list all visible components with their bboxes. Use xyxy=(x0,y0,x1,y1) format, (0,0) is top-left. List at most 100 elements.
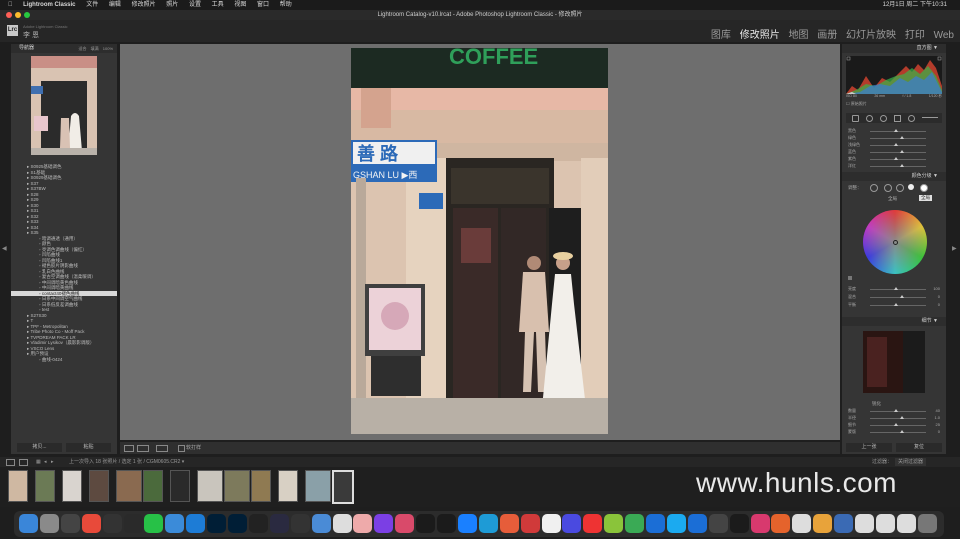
dock-app-icon[interactable] xyxy=(353,514,373,533)
dock-app-icon[interactable] xyxy=(896,514,916,533)
dock-app-icon[interactable] xyxy=(60,514,80,533)
main-window-icon[interactable] xyxy=(6,459,15,466)
dock-app-icon[interactable] xyxy=(855,514,874,533)
dock-app-icon[interactable] xyxy=(19,514,38,533)
filmstrip-thumbnail[interactable] xyxy=(332,470,354,504)
dock-app-icon[interactable] xyxy=(750,514,770,533)
dock-app-icon[interactable] xyxy=(604,514,624,533)
module-slideshow[interactable]: 幻灯片放映 xyxy=(846,30,896,41)
filmstrip-thumbnail[interactable] xyxy=(278,470,298,502)
dock-app-icon[interactable] xyxy=(416,514,436,533)
slider-value[interactable]: 0 xyxy=(938,429,940,434)
slider-track[interactable] xyxy=(870,152,926,153)
navigator-header[interactable]: 导航器 适合 填满 100% xyxy=(11,44,117,53)
module-print[interactable]: 打印 xyxy=(905,30,925,41)
apple-icon[interactable]:  xyxy=(8,2,13,8)
dock-app-icon[interactable] xyxy=(269,514,289,533)
slider-knob[interactable] xyxy=(894,157,898,160)
module-library[interactable]: 图库 xyxy=(711,30,731,41)
view-shadows-icon[interactable] xyxy=(884,184,892,192)
dock-app-icon[interactable] xyxy=(646,514,665,533)
dock-app-icon[interactable] xyxy=(290,514,310,533)
slider-track[interactable] xyxy=(870,411,926,412)
filmstrip-thumbnail[interactable] xyxy=(8,470,28,502)
slider-track[interactable] xyxy=(870,297,926,298)
dock-app-icon[interactable] xyxy=(541,514,561,533)
minimize-window-icon[interactable] xyxy=(15,12,21,18)
dock-app-icon[interactable] xyxy=(165,514,185,533)
menu-develop[interactable]: 修改照片 xyxy=(132,2,156,8)
module-web[interactable]: Web xyxy=(934,30,954,41)
dock-app-icon[interactable] xyxy=(374,514,394,533)
crop-tool-icon[interactable] xyxy=(852,115,859,122)
filmstrip-thumbnail[interactable] xyxy=(251,470,271,502)
slider-value[interactable]: 0 xyxy=(938,302,940,307)
dock-app-icon[interactable] xyxy=(457,514,477,533)
soft-proof-checkbox[interactable] xyxy=(178,445,185,452)
loupe-view-icon[interactable] xyxy=(124,445,134,452)
view-global-icon[interactable] xyxy=(920,184,928,192)
forward-icon[interactable]: ▸ xyxy=(51,457,54,467)
dock-app-icon[interactable] xyxy=(144,514,164,533)
slider-knob[interactable] xyxy=(894,423,898,426)
menu-window[interactable]: 窗口 xyxy=(257,2,269,8)
dock-app-icon[interactable] xyxy=(917,514,937,533)
dock-app-icon[interactable] xyxy=(813,514,833,533)
left-panel-toggle-icon[interactable]: ◀ xyxy=(2,245,7,252)
dock-app-icon[interactable] xyxy=(81,514,101,533)
slider-knob[interactable] xyxy=(894,303,898,306)
slider-track[interactable] xyxy=(870,131,926,132)
menu-app-name[interactable]: Lightroom Classic xyxy=(23,2,75,8)
slider-value[interactable]: 100 xyxy=(933,286,940,291)
dock-app-icon[interactable] xyxy=(520,514,540,533)
filmstrip-thumbnail[interactable] xyxy=(305,470,331,502)
red-eye-icon[interactable] xyxy=(880,115,887,122)
module-develop[interactable]: 修改照片 xyxy=(740,30,780,41)
second-window-icon[interactable] xyxy=(19,459,28,466)
slider-track[interactable] xyxy=(870,145,926,146)
slider-knob[interactable] xyxy=(894,409,898,412)
color-wheel-handle[interactable] xyxy=(893,240,898,245)
slider-track[interactable] xyxy=(870,138,926,139)
detail-header[interactable]: 细节 ▼ xyxy=(842,317,946,326)
global-color-wheel[interactable] xyxy=(863,210,927,274)
color-grading-header[interactable]: 颜色分级 ▼ xyxy=(842,172,946,181)
before-after-icon[interactable] xyxy=(137,445,149,452)
dock-app-icon[interactable] xyxy=(771,514,791,533)
view-highlights-icon[interactable] xyxy=(908,184,914,190)
dock-app-icon[interactable] xyxy=(395,514,415,533)
dock-app-icon[interactable] xyxy=(875,514,895,533)
slider-track[interactable] xyxy=(870,432,926,433)
right-panel-toggle-icon[interactable]: ▶ xyxy=(952,245,957,252)
dock-app-icon[interactable] xyxy=(687,514,707,533)
dock-app-icon[interactable] xyxy=(186,514,206,533)
paste-button[interactable]: 粘贴 xyxy=(66,443,111,452)
slider-knob[interactable] xyxy=(894,143,898,146)
dock-app-icon[interactable] xyxy=(478,514,498,533)
slider-track[interactable] xyxy=(870,425,926,426)
histogram-header[interactable]: 直方图 ▼ xyxy=(842,44,946,53)
back-icon[interactable]: ◂ xyxy=(44,457,47,467)
graduated-filter-icon[interactable] xyxy=(894,115,901,122)
filmstrip-thumbnail[interactable] xyxy=(116,470,142,502)
main-photo[interactable]: COFFEE 善 路 GSHAN LU ▶西 xyxy=(351,48,608,434)
menubar-clock[interactable]: 12月1日 周二 下午10:31 xyxy=(883,0,947,10)
dock-app-icon[interactable] xyxy=(666,514,686,533)
dock-app-icon[interactable] xyxy=(562,514,582,533)
menu-view[interactable]: 视图 xyxy=(234,2,246,8)
slider-track[interactable] xyxy=(870,289,926,290)
slider-knob[interactable] xyxy=(894,287,898,290)
dock-app-icon[interactable] xyxy=(583,514,603,533)
menu-tools[interactable]: 工具 xyxy=(212,2,224,8)
dock-app-icon[interactable] xyxy=(102,514,122,533)
reset-button[interactable]: 复位 xyxy=(896,443,942,452)
zoom-window-icon[interactable] xyxy=(24,12,30,18)
close-window-icon[interactable] xyxy=(6,12,12,18)
view-3way-icon[interactable] xyxy=(870,184,878,192)
slider-value[interactable]: 25 xyxy=(936,422,940,427)
slider-track[interactable] xyxy=(870,166,926,167)
slider-knob[interactable] xyxy=(894,129,898,132)
slider-value[interactable]: 40 xyxy=(936,408,940,413)
histogram-graph[interactable] xyxy=(846,56,942,94)
slider-knob[interactable] xyxy=(900,136,904,139)
